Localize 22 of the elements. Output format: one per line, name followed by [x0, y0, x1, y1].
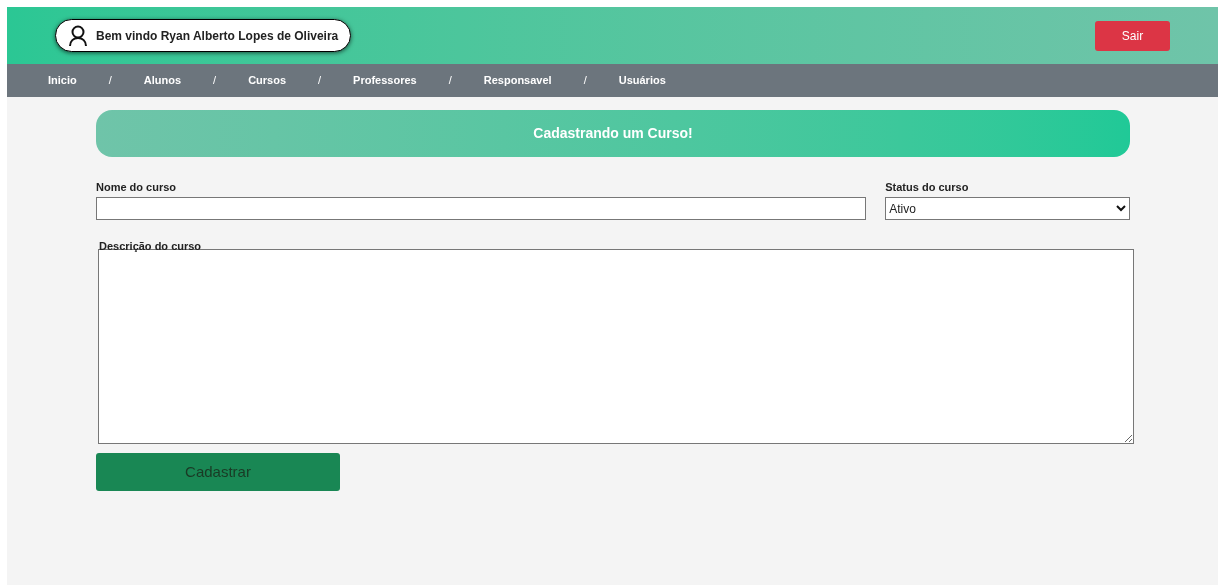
nav-link[interactable]: Professores: [353, 72, 417, 89]
nav-link[interactable]: Inicio: [48, 72, 77, 89]
submit-button[interactable]: Cadastrar: [96, 453, 340, 491]
nav-link[interactable]: Cursos: [248, 72, 287, 89]
nav-separator: /: [108, 73, 112, 89]
banner-title: Cadastrando um Curso!: [533, 124, 693, 143]
nav-separator: /: [583, 73, 587, 89]
field-label: Descrição do curso: [99, 239, 202, 253]
nav-link[interactable]: Responsavel: [483, 72, 552, 89]
field-label: Nome do curso: [96, 180, 178, 194]
welcome-text: Bem vindo Ryan Alberto Lopes de Oliveira: [96, 27, 339, 45]
nav-separator: /: [318, 73, 322, 89]
course-name-field[interactable]: [96, 197, 867, 220]
logout-button[interactable]: Sair: [1095, 20, 1170, 51]
chevron-down-icon: [1116, 205, 1126, 212]
status-select[interactable]: Ativo: [885, 197, 1130, 220]
user-icon: [68, 24, 88, 47]
nav-separator: /: [448, 73, 452, 89]
nav-link[interactable]: Usuários: [618, 72, 666, 89]
field-label: Status do curso: [885, 180, 970, 194]
nav-separator: /: [213, 73, 217, 89]
nav-link[interactable]: Alunos: [143, 72, 182, 89]
